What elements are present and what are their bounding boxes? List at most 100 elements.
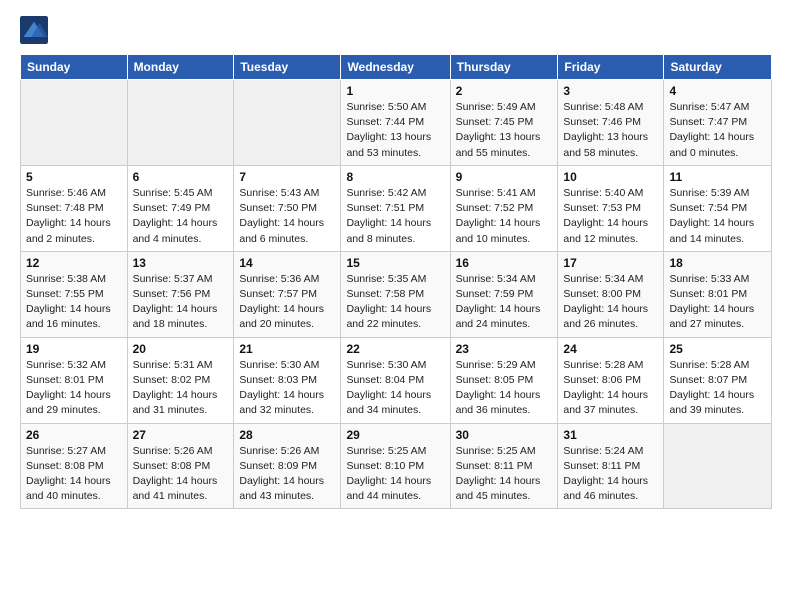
calendar-cell: 13Sunrise: 5:37 AMSunset: 7:56 PMDayligh… <box>127 251 234 337</box>
day-number: 20 <box>133 342 229 356</box>
day-number: 7 <box>239 170 335 184</box>
day-number: 29 <box>346 428 444 442</box>
calendar-cell: 28 Sunrise: 5:26 AMSunset: 8:09 PMDayligh… <box>234 423 341 509</box>
calendar-cell: 14Sunrise: 5:36 AMSunset: 7:57 PMDayligh… <box>234 251 341 337</box>
calendar-cell: 10Sunrise: 5:40 AMSunset: 7:53 PMDayligh… <box>558 165 664 251</box>
day-info: Sunrise: 5:46 AMSunset: 7:48 PMDaylight:… <box>26 186 122 247</box>
calendar-week-row: 19 Sunrise: 5:32 AMSunset: 8:01 PMDayligh… <box>21 337 772 423</box>
day-info: Sunrise: 5:32 AMSunset: 8:01 PMDaylight:… <box>26 358 122 419</box>
calendar-cell: 7 Sunrise: 5:43 AMSunset: 7:50 PMDaylight… <box>234 165 341 251</box>
day-info: Sunrise: 5:25 AMSunset: 8:10 PMDaylight:… <box>346 444 444 505</box>
day-number: 22 <box>346 342 444 356</box>
day-info: Sunrise: 5:28 AMSunset: 8:07 PMDaylight:… <box>669 358 766 419</box>
day-info: Sunrise: 5:42 AMSunset: 7:51 PMDaylight:… <box>346 186 444 247</box>
day-number: 8 <box>346 170 444 184</box>
weekday-header: Monday <box>127 55 234 80</box>
day-number: 26 <box>26 428 122 442</box>
day-number: 10 <box>563 170 658 184</box>
day-info: Sunrise: 5:50 AMSunset: 7:44 PMDaylight:… <box>346 100 444 161</box>
day-number: 19 <box>26 342 122 356</box>
day-number: 17 <box>563 256 658 270</box>
day-info: Sunrise: 5:24 AMSunset: 8:11 PMDaylight:… <box>563 444 658 505</box>
weekday-header: Sunday <box>21 55 128 80</box>
day-number: 31 <box>563 428 658 442</box>
calendar-cell <box>127 80 234 166</box>
day-info: Sunrise: 5:26 AMSunset: 8:09 PMDaylight:… <box>239 444 335 505</box>
calendar-cell: 30Sunrise: 5:25 AMSunset: 8:11 PMDayligh… <box>450 423 558 509</box>
day-info: Sunrise: 5:25 AMSunset: 8:11 PMDaylight:… <box>456 444 553 505</box>
day-number: 23 <box>456 342 553 356</box>
calendar-cell: 8 Sunrise: 5:42 AMSunset: 7:51 PMDaylight… <box>341 165 450 251</box>
calendar-cell: 17 Sunrise: 5:34 AMSunset: 8:00 PMDayligh… <box>558 251 664 337</box>
calendar-cell: 3Sunrise: 5:48 AMSunset: 7:46 PMDaylight… <box>558 80 664 166</box>
day-info: Sunrise: 5:39 AMSunset: 7:54 PMDaylight:… <box>669 186 766 247</box>
day-info: Sunrise: 5:36 AMSunset: 7:57 PMDaylight:… <box>239 272 335 333</box>
day-info: Sunrise: 5:47 AMSunset: 7:47 PMDaylight:… <box>669 100 766 161</box>
day-number: 25 <box>669 342 766 356</box>
calendar-week-row: 1 Sunrise: 5:50 AMSunset: 7:44 PMDaylight… <box>21 80 772 166</box>
calendar-week-row: 12 Sunrise: 5:38 AMSunset: 7:55 PMDayligh… <box>21 251 772 337</box>
day-number: 18 <box>669 256 766 270</box>
day-number: 24 <box>563 342 658 356</box>
calendar-header: SundayMondayTuesdayWednesdayThursdayFrid… <box>21 55 772 80</box>
calendar-cell: 25 Sunrise: 5:28 AMSunset: 8:07 PMDayligh… <box>664 337 772 423</box>
day-info: Sunrise: 5:31 AMSunset: 8:02 PMDaylight:… <box>133 358 229 419</box>
day-number: 21 <box>239 342 335 356</box>
day-info: Sunrise: 5:41 AMSunset: 7:52 PMDaylight:… <box>456 186 553 247</box>
day-number: 6 <box>133 170 229 184</box>
day-info: Sunrise: 5:33 AMSunset: 8:01 PMDaylight:… <box>669 272 766 333</box>
calendar-cell: 19 Sunrise: 5:32 AMSunset: 8:01 PMDayligh… <box>21 337 128 423</box>
day-number: 11 <box>669 170 766 184</box>
day-info: Sunrise: 5:49 AMSunset: 7:45 PMDaylight:… <box>456 100 553 161</box>
calendar-cell: 15 Sunrise: 5:35 AMSunset: 7:58 PMDayligh… <box>341 251 450 337</box>
weekday-header: Wednesday <box>341 55 450 80</box>
calendar-cell: 2Sunrise: 5:49 AMSunset: 7:45 PMDaylight… <box>450 80 558 166</box>
day-info: Sunrise: 5:35 AMSunset: 7:58 PMDaylight:… <box>346 272 444 333</box>
day-number: 27 <box>133 428 229 442</box>
calendar-cell: 11 Sunrise: 5:39 AMSunset: 7:54 PMDayligh… <box>664 165 772 251</box>
calendar-table: SundayMondayTuesdayWednesdayThursdayFrid… <box>20 54 772 509</box>
day-number: 12 <box>26 256 122 270</box>
calendar-cell: 18 Sunrise: 5:33 AMSunset: 8:01 PMDayligh… <box>664 251 772 337</box>
calendar-cell: 20 Sunrise: 5:31 AMSunset: 8:02 PMDayligh… <box>127 337 234 423</box>
weekday-header: Tuesday <box>234 55 341 80</box>
weekday-header: Thursday <box>450 55 558 80</box>
calendar-cell: 26 Sunrise: 5:27 AMSunset: 8:08 PMDayligh… <box>21 423 128 509</box>
calendar-cell: 31 Sunrise: 5:24 AMSunset: 8:11 PMDayligh… <box>558 423 664 509</box>
calendar-cell: 22Sunrise: 5:30 AMSunset: 8:04 PMDayligh… <box>341 337 450 423</box>
day-number: 28 <box>239 428 335 442</box>
day-info: Sunrise: 5:30 AMSunset: 8:03 PMDaylight:… <box>239 358 335 419</box>
day-info: Sunrise: 5:34 AMSunset: 8:00 PMDaylight:… <box>563 272 658 333</box>
day-info: Sunrise: 5:26 AMSunset: 8:08 PMDaylight:… <box>133 444 229 505</box>
calendar-cell <box>234 80 341 166</box>
day-number: 9 <box>456 170 553 184</box>
calendar-cell <box>664 423 772 509</box>
calendar-cell: 4 Sunrise: 5:47 AMSunset: 7:47 PMDaylight… <box>664 80 772 166</box>
calendar-cell: 16Sunrise: 5:34 AMSunset: 7:59 PMDayligh… <box>450 251 558 337</box>
header <box>20 16 772 44</box>
weekday-row: SundayMondayTuesdayWednesdayThursdayFrid… <box>21 55 772 80</box>
page: SundayMondayTuesdayWednesdayThursdayFrid… <box>0 0 792 525</box>
day-info: Sunrise: 5:27 AMSunset: 8:08 PMDaylight:… <box>26 444 122 505</box>
day-info: Sunrise: 5:45 AMSunset: 7:49 PMDaylight:… <box>133 186 229 247</box>
day-number: 1 <box>346 84 444 98</box>
calendar-cell: 6 Sunrise: 5:45 AMSunset: 7:49 PMDaylight… <box>127 165 234 251</box>
calendar-cell <box>21 80 128 166</box>
weekday-header: Friday <box>558 55 664 80</box>
calendar-cell: 29 Sunrise: 5:25 AMSunset: 8:10 PMDayligh… <box>341 423 450 509</box>
calendar-cell: 1 Sunrise: 5:50 AMSunset: 7:44 PMDaylight… <box>341 80 450 166</box>
calendar-cell: 21 Sunrise: 5:30 AMSunset: 8:03 PMDayligh… <box>234 337 341 423</box>
calendar-cell: 12 Sunrise: 5:38 AMSunset: 7:55 PMDayligh… <box>21 251 128 337</box>
day-number: 15 <box>346 256 444 270</box>
logo <box>20 16 52 44</box>
day-number: 4 <box>669 84 766 98</box>
calendar-cell: 5Sunrise: 5:46 AMSunset: 7:48 PMDaylight… <box>21 165 128 251</box>
logo-icon <box>20 16 48 44</box>
calendar-cell: 9 Sunrise: 5:41 AMSunset: 7:52 PMDaylight… <box>450 165 558 251</box>
calendar-body: 1 Sunrise: 5:50 AMSunset: 7:44 PMDaylight… <box>21 80 772 509</box>
calendar-cell: 23Sunrise: 5:29 AMSunset: 8:05 PMDayligh… <box>450 337 558 423</box>
day-info: Sunrise: 5:38 AMSunset: 7:55 PMDaylight:… <box>26 272 122 333</box>
day-info: Sunrise: 5:37 AMSunset: 7:56 PMDaylight:… <box>133 272 229 333</box>
day-info: Sunrise: 5:34 AMSunset: 7:59 PMDaylight:… <box>456 272 553 333</box>
day-info: Sunrise: 5:43 AMSunset: 7:50 PMDaylight:… <box>239 186 335 247</box>
